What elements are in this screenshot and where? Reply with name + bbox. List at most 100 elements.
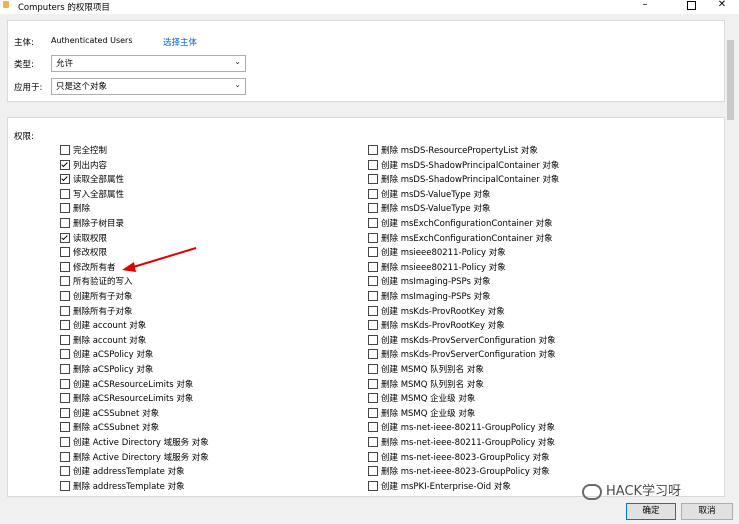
permission-checkbox[interactable]: [60, 437, 70, 447]
permission-checkbox[interactable]: [368, 232, 378, 243]
permission-row[interactable]: 删除 MSMQ 队列别名 对象: [368, 377, 484, 391]
permission-checkbox[interactable]: [368, 188, 378, 199]
permission-checkbox[interactable]: [60, 247, 70, 258]
permission-row[interactable]: 删除: [60, 201, 90, 215]
permission-checkbox[interactable]: [60, 349, 70, 360]
permission-checkbox[interactable]: [368, 407, 378, 418]
permission-row[interactable]: 创建 msPKI-Enterprise-Oid 对象: [368, 479, 511, 493]
permission-checkbox[interactable]: [368, 437, 378, 447]
permission-row[interactable]: 删除所有子对象: [60, 304, 133, 318]
permission-row[interactable]: 读取全部属性: [60, 172, 124, 186]
permission-checkbox[interactable]: [60, 451, 70, 462]
permission-checkbox[interactable]: [60, 393, 70, 404]
permission-checkbox[interactable]: [60, 145, 70, 155]
permission-checkbox[interactable]: [368, 291, 378, 301]
select-principal-link[interactable]: 选择主体: [163, 36, 197, 48]
permission-checkbox[interactable]: [368, 247, 378, 258]
permission-row[interactable]: 创建 addressTemplate 对象: [60, 464, 185, 478]
permission-checkbox[interactable]: [60, 203, 70, 214]
permission-row[interactable]: 删除 addressTemplate 对象: [60, 479, 185, 493]
permission-checkbox[interactable]: [368, 349, 378, 360]
permission-row[interactable]: 所有验证的写入: [60, 274, 133, 288]
permission-row[interactable]: 删除 msKds-ProvRootKey 对象: [368, 318, 505, 332]
type-dropdown[interactable]: 允许 ⌄: [51, 55, 246, 72]
permission-row[interactable]: 删除 ms-net-ieee-8023-GroupPolicy 对象: [368, 464, 550, 478]
permission-row[interactable]: 删除 msDS-ValueType 对象: [368, 201, 491, 215]
permission-checkbox[interactable]: [60, 378, 70, 389]
permission-row[interactable]: 创建 account 对象: [60, 318, 146, 332]
permission-row[interactable]: 删除 aCSPolicy 对象: [60, 362, 153, 376]
permission-checkbox[interactable]: [60, 276, 70, 287]
permission-row[interactable]: 删除 account 对象: [60, 333, 146, 347]
permission-checkbox[interactable]: [60, 174, 70, 185]
permission-row[interactable]: 创建 msKds-ProvRootKey 对象: [368, 304, 505, 318]
permission-row[interactable]: 删除 msieee80211-Policy 对象: [368, 260, 506, 274]
permission-checkbox[interactable]: [368, 305, 378, 316]
permission-checkbox[interactable]: [60, 218, 70, 228]
permission-checkbox[interactable]: [60, 320, 70, 331]
permission-row[interactable]: 删除 msKds-ProvServerConfiguration 对象: [368, 347, 556, 361]
permission-row[interactable]: 创建所有子对象: [60, 289, 133, 303]
permission-checkbox[interactable]: [368, 320, 378, 331]
permission-row[interactable]: 删除 MSMQ 企业级 对象: [368, 406, 475, 420]
permission-checkbox[interactable]: [368, 393, 378, 404]
permission-row[interactable]: 创建 msImaging-PSPs 对象: [368, 274, 491, 288]
permission-checkbox[interactable]: [60, 422, 70, 433]
vertical-scrollbar[interactable]: [725, 20, 737, 492]
minimize-button[interactable]: –: [630, 0, 660, 12]
permission-row[interactable]: 删除 ms-net-ieee-80211-GroupPolicy 对象: [368, 435, 555, 449]
permission-row[interactable]: 创建 aCSResourceLimits 对象: [60, 377, 193, 391]
permission-row[interactable]: 删除 msDS-ResourcePropertyList 对象: [368, 143, 538, 157]
permission-row[interactable]: 读取权限: [60, 231, 107, 245]
permission-checkbox[interactable]: [368, 364, 378, 374]
permission-row[interactable]: 删除 aCSResourceLimits 对象: [60, 391, 193, 405]
permission-checkbox[interactable]: [368, 378, 378, 389]
permission-checkbox[interactable]: [60, 407, 70, 418]
permission-checkbox[interactable]: [368, 174, 378, 185]
permission-checkbox[interactable]: [368, 261, 378, 272]
permission-row[interactable]: 创建 msDS-ValueType 对象: [368, 187, 491, 201]
permission-checkbox[interactable]: [60, 305, 70, 316]
permission-row[interactable]: 删除 msExchConfigurationContainer 对象: [368, 231, 553, 245]
permission-row[interactable]: 列出内容: [60, 158, 107, 172]
permission-checkbox[interactable]: [60, 466, 70, 477]
permission-row[interactable]: 创建 ms-net-ieee-8023-GroupPolicy 对象: [368, 450, 550, 464]
applies-to-dropdown[interactable]: 只是这个对象 ⌄: [51, 78, 246, 95]
permission-row[interactable]: 创建 Active Directory 域服务 对象: [60, 435, 209, 449]
permission-row[interactable]: 修改权限: [60, 245, 107, 259]
permission-checkbox[interactable]: [60, 188, 70, 199]
permission-checkbox[interactable]: [368, 203, 378, 214]
permission-row[interactable]: 创建 MSMQ 企业级 对象: [368, 391, 475, 405]
permission-row[interactable]: 创建 msExchConfigurationContainer 对象: [368, 216, 553, 230]
permission-checkbox[interactable]: [60, 159, 70, 170]
permission-checkbox[interactable]: [60, 334, 70, 345]
permission-row[interactable]: 创建 msieee80211-Policy 对象: [368, 245, 506, 259]
permission-checkbox[interactable]: [368, 480, 378, 491]
permission-row[interactable]: 创建 aCSPolicy 对象: [60, 347, 153, 361]
permission-checkbox[interactable]: [60, 291, 70, 301]
permission-checkbox[interactable]: [368, 218, 378, 228]
permission-checkbox[interactable]: [60, 261, 70, 272]
permission-checkbox[interactable]: [368, 334, 378, 345]
permission-row[interactable]: 删除 Active Directory 域服务 对象: [60, 450, 209, 464]
permission-checkbox[interactable]: [368, 466, 378, 477]
permission-row[interactable]: 删除 aCSSubnet 对象: [60, 420, 159, 434]
ok-button[interactable]: 确定: [626, 503, 676, 520]
permission-row[interactable]: 删除子树目录: [60, 216, 124, 230]
maximize-button[interactable]: [676, 0, 706, 12]
permission-row[interactable]: 删除 msDS-ShadowPrincipalContainer 对象: [368, 172, 559, 186]
permission-checkbox[interactable]: [368, 159, 378, 170]
permission-row[interactable]: 修改所有者: [60, 260, 116, 274]
permission-row[interactable]: 完全控制: [60, 143, 107, 157]
permission-checkbox[interactable]: [60, 480, 70, 491]
permission-row[interactable]: 创建 ms-net-ieee-80211-GroupPolicy 对象: [368, 420, 555, 434]
permission-row[interactable]: 删除 msImaging-PSPs 对象: [368, 289, 491, 303]
permission-checkbox[interactable]: [60, 364, 70, 374]
cancel-button[interactable]: 取消: [681, 503, 733, 520]
permission-row[interactable]: 创建 msDS-ShadowPrincipalContainer 对象: [368, 158, 559, 172]
permission-row[interactable]: 创建 MSMQ 队列别名 对象: [368, 362, 484, 376]
permission-row[interactable]: 创建 msKds-ProvServerConfiguration 对象: [368, 333, 556, 347]
permission-checkbox[interactable]: [368, 451, 378, 462]
permission-row[interactable]: 创建 aCSSubnet 对象: [60, 406, 159, 420]
permission-checkbox[interactable]: [368, 422, 378, 433]
